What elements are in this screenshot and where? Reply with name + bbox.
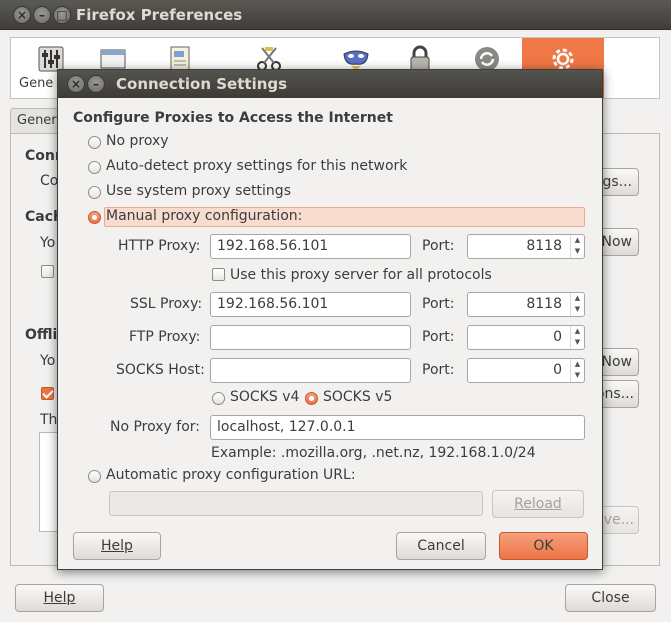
ftp-port-value: 0 bbox=[553, 329, 562, 345]
dialog-help-label: Help bbox=[101, 538, 133, 554]
connection-settings-dialog: × – Connection Settings Configure Proxie… bbox=[57, 69, 603, 570]
radio-no-proxy-button[interactable] bbox=[88, 136, 101, 149]
socks-port-value: 0 bbox=[553, 362, 562, 378]
no-proxy-for-label: No Proxy for: bbox=[110, 419, 201, 435]
minimize-window-icon[interactable]: – bbox=[33, 6, 51, 24]
offline-text: Yo bbox=[40, 353, 56, 369]
offline-warn-checkbox[interactable] bbox=[41, 387, 54, 400]
connection-text: Co bbox=[40, 173, 59, 189]
preferences-titlebar: × – □ Firefox Preferences bbox=[0, 0, 671, 30]
http-port-spinner[interactable]: ▲ ▼ bbox=[570, 235, 584, 258]
dialog-heading: Configure Proxies to Access the Internet bbox=[73, 110, 393, 126]
radio-manual-label: Manual proxy configuration: bbox=[106, 208, 303, 224]
radio-manual-button[interactable] bbox=[88, 211, 101, 224]
radio-socks-v4-button[interactable] bbox=[212, 392, 225, 405]
radio-socks-v4-label: SOCKS v4 bbox=[230, 389, 300, 405]
ftp-port-label: Port: bbox=[422, 329, 455, 345]
socks-port-input[interactable]: 0 ▲ ▼ bbox=[467, 358, 585, 383]
radio-auto-url-button[interactable] bbox=[88, 470, 101, 483]
dialog-title: Connection Settings bbox=[116, 75, 288, 93]
cache-override-checkbox[interactable] bbox=[41, 265, 54, 278]
use-all-protocols-checkbox[interactable] bbox=[212, 268, 225, 281]
ssl-port-input[interactable]: 8118 ▲ ▼ bbox=[467, 292, 585, 317]
reload-label: Reload bbox=[514, 496, 562, 512]
radio-auto-detect-button[interactable] bbox=[88, 161, 101, 174]
radio-system-label: Use system proxy settings bbox=[106, 183, 291, 199]
ftp-proxy-input[interactable] bbox=[210, 325, 411, 350]
socks-port-label: Port: bbox=[422, 362, 455, 378]
http-port-value: 8118 bbox=[526, 238, 562, 254]
maximize-window-icon[interactable]: □ bbox=[53, 6, 71, 24]
radio-system-button[interactable] bbox=[88, 186, 101, 199]
preferences-help-button[interactable]: Help bbox=[15, 584, 104, 612]
socks-host-label: SOCKS Host: bbox=[116, 362, 205, 378]
ssl-proxy-input[interactable]: 192.168.56.101 bbox=[210, 292, 411, 317]
ssl-proxy-label: SSL Proxy: bbox=[130, 296, 203, 312]
ssl-port-label: Port: bbox=[422, 296, 455, 312]
section-offline: Offli bbox=[25, 327, 58, 343]
radio-no-proxy-label: No proxy bbox=[106, 133, 169, 149]
radio-auto-url-label: Automatic proxy configuration URL: bbox=[106, 467, 356, 483]
dialog-minimize-icon[interactable]: – bbox=[87, 75, 105, 93]
ftp-port-spinner[interactable]: ▲ ▼ bbox=[570, 326, 584, 349]
radio-socks-v5-button[interactable] bbox=[305, 392, 318, 405]
ftp-port-input[interactable]: 0 ▲ ▼ bbox=[467, 325, 585, 350]
offline-list-text: Th bbox=[40, 412, 58, 428]
ssl-port-spinner[interactable]: ▲ ▼ bbox=[570, 293, 584, 316]
close-window-icon[interactable]: × bbox=[13, 6, 31, 24]
http-proxy-label: HTTP Proxy: bbox=[118, 238, 201, 254]
http-port-label: Port: bbox=[422, 238, 455, 254]
use-all-protocols-label: Use this proxy server for all protocols bbox=[230, 267, 492, 283]
radio-auto-detect-label: Auto-detect proxy settings for this netw… bbox=[106, 158, 408, 174]
no-proxy-example: Example: .mozilla.org, .net.nz, 192.168.… bbox=[211, 445, 536, 461]
ssl-port-value: 8118 bbox=[526, 296, 562, 312]
socks-port-spinner[interactable]: ▲ ▼ bbox=[570, 359, 584, 382]
radio-socks-v5-label: SOCKS v5 bbox=[323, 389, 393, 405]
ftp-proxy-label: FTP Proxy: bbox=[129, 329, 201, 345]
http-port-input[interactable]: 8118 ▲ ▼ bbox=[467, 234, 585, 259]
reload-button[interactable]: Reload bbox=[492, 490, 584, 518]
dialog-help-button[interactable]: Help bbox=[73, 532, 161, 560]
http-proxy-input[interactable]: 192.168.56.101 bbox=[210, 234, 411, 259]
cancel-button[interactable]: Cancel bbox=[396, 532, 486, 560]
preferences-help-label: Help bbox=[43, 590, 76, 606]
no-proxy-for-input[interactable]: localhost, 127.0.0.1 bbox=[210, 415, 585, 440]
ok-button[interactable]: OK bbox=[499, 532, 588, 560]
auto-url-input[interactable] bbox=[109, 491, 483, 516]
window-title: Firefox Preferences bbox=[76, 6, 243, 24]
preferences-close-button[interactable]: Close bbox=[565, 584, 656, 612]
socks-host-input[interactable] bbox=[210, 358, 411, 383]
dialog-close-icon[interactable]: × bbox=[67, 75, 85, 93]
dialog-titlebar: × – Connection Settings bbox=[58, 70, 602, 98]
cache-text: Yo bbox=[40, 235, 56, 251]
